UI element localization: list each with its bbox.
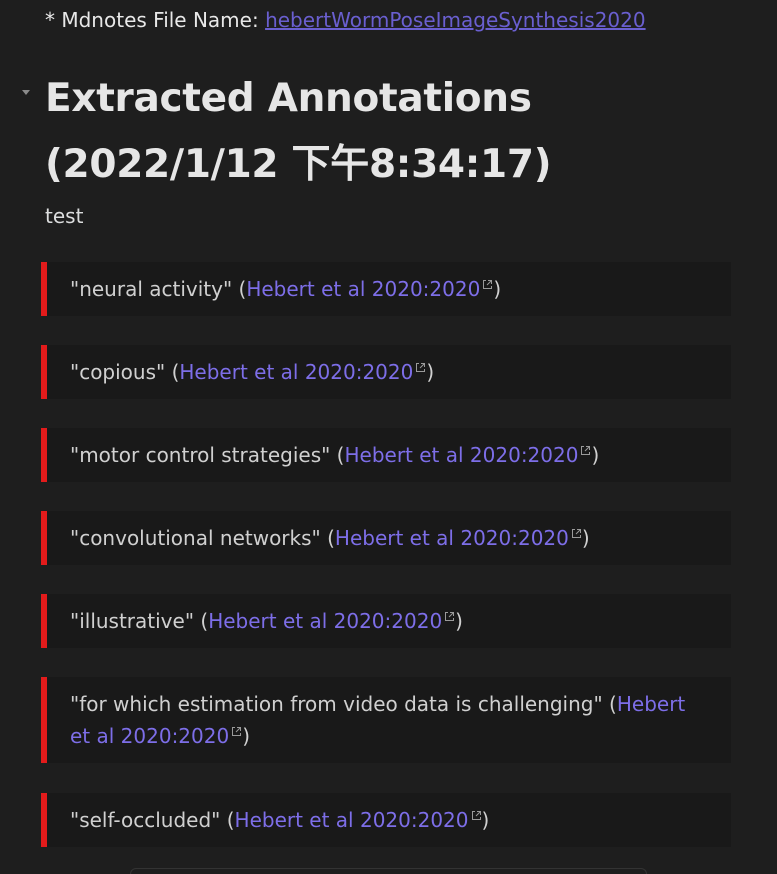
page-title: Extracted Annotations (2022/1/12 下午8:34:… — [45, 66, 745, 198]
citation-link[interactable]: Hebert et al 2020:2020 — [208, 609, 442, 633]
annotation-block: "illustrative" (Hebert et al 2020:2020) — [41, 594, 731, 648]
next-element-edge — [130, 868, 647, 874]
file-name-link[interactable]: hebertWormPoseImageSynthesis2020 — [265, 8, 646, 32]
annotation-block: "motor control strategies" (Hebert et al… — [41, 428, 731, 482]
note-view: * Mdnotes File Name: hebertWormPoseImage… — [0, 0, 777, 874]
quote-close: ) — [242, 724, 251, 748]
mdnotes-file-name-line: * Mdnotes File Name: hebertWormPoseImage… — [45, 6, 646, 34]
annotation-block: "self-occluded" (Hebert et al 2020:2020) — [41, 793, 731, 847]
fold-arrow-icon[interactable] — [22, 90, 30, 95]
external-link-icon — [415, 362, 426, 373]
citation-link[interactable]: Hebert et al 2020:2020 — [335, 526, 569, 550]
annotation-block: "for which estimation from video data is… — [41, 677, 731, 763]
citation-link[interactable]: Hebert et al 2020:2020 — [179, 360, 413, 384]
annotation-block: "neural activity" (Hebert et al 2020:202… — [41, 262, 731, 316]
quote-text: "illustrative" ( — [70, 609, 209, 633]
quote-text: "for which estimation from video data is… — [70, 692, 617, 716]
citation-link[interactable]: Hebert et al 2020:2020 — [344, 443, 578, 467]
quote-text: "self-occluded" ( — [70, 808, 235, 832]
quote-close: ) — [426, 360, 435, 384]
external-link-icon — [444, 611, 455, 622]
quote-text: "motor control strategies" ( — [70, 443, 345, 467]
citation-link[interactable]: Hebert et al 2020:2020 — [246, 277, 480, 301]
quote-text: "neural activity" ( — [70, 277, 247, 301]
citation-link[interactable]: Hebert et al 2020:2020 — [235, 808, 469, 832]
annotation-block: "convolutional networks" (Hebert et al 2… — [41, 511, 731, 565]
title-line-2: (2022/1/12 下午8:34:17) — [45, 142, 552, 187]
external-link-icon — [482, 279, 493, 290]
quote-close: ) — [455, 609, 463, 633]
title-line-1: Extracted Annotations — [45, 76, 532, 121]
quote-close: ) — [581, 526, 590, 550]
body-paragraph: test — [45, 204, 84, 228]
quote-text: "copious" ( — [70, 360, 180, 384]
quote-close: ) — [481, 808, 490, 832]
quote-close: ) — [493, 277, 502, 301]
quote-close: ) — [591, 443, 600, 467]
mdnotes-label: * Mdnotes File Name: — [45, 8, 266, 32]
external-link-icon — [571, 528, 582, 539]
annotation-block: "copious" (Hebert et al 2020:2020) — [41, 345, 731, 399]
external-link-icon — [471, 810, 482, 821]
quote-text: "convolutional networks" ( — [70, 526, 335, 550]
external-link-icon — [231, 726, 242, 737]
external-link-icon — [580, 445, 591, 456]
